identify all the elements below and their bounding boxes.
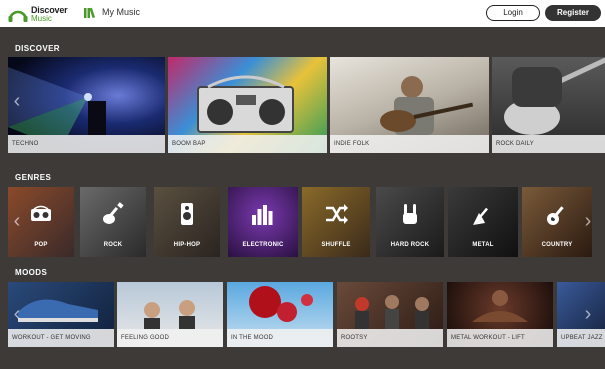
guitarist-image xyxy=(380,76,474,135)
mood-card-label: UPBEAT JAZZ xyxy=(557,329,605,347)
genres-prev-arrow[interactable]: ‹ xyxy=(10,209,24,233)
genre-card-metal[interactable]: METAL xyxy=(448,187,518,257)
mood-card-label: WORKOUT - GET MOVING xyxy=(8,329,114,347)
mood-card-label: FEELING GOOD xyxy=(117,329,223,347)
discover-prev-arrow[interactable]: ‹ xyxy=(10,89,24,113)
discover-card-label: BOOM BAP xyxy=(168,135,327,153)
genre-label: ROCK xyxy=(103,242,123,248)
genre-card-electronic[interactable]: ELECTRONIC xyxy=(228,187,298,257)
genre-label: METAL xyxy=(472,242,494,248)
rose-image xyxy=(249,286,313,322)
mood-card-label: METAL WORKOUT - LIFT xyxy=(447,329,553,347)
genres-heading: GENRES xyxy=(15,173,52,182)
mood-card-in-the-mood[interactable]: IN THE MOOD xyxy=(227,282,333,347)
genre-label: COUNTRY xyxy=(541,242,573,248)
register-button[interactable]: Register xyxy=(545,5,601,21)
mood-card-label: ROOTSY xyxy=(337,329,443,347)
boombox-graffiti-image xyxy=(197,75,294,133)
discover-card-rock-daily[interactable]: ROCK DAILY xyxy=(492,57,605,153)
genres-carousel: POP ROCK HIP-HOP ELECTRONIC SHUFFLE HARD… xyxy=(8,187,605,257)
techno-image xyxy=(8,67,106,135)
genre-label: ELECTRONIC xyxy=(242,242,284,248)
acoustic-guitar-icon xyxy=(547,206,564,225)
genre-card-hip-hop[interactable]: HIP-HOP xyxy=(154,187,220,257)
mood-card-metal-workout[interactable]: METAL WORKOUT - LIFT xyxy=(447,282,553,347)
logo[interactable]: Discover Music xyxy=(8,5,70,23)
equalizer-icon xyxy=(252,205,273,225)
band-image xyxy=(355,295,429,329)
logo-subtitle: Music xyxy=(31,14,52,23)
top-header: Discover Music My Music Login Register xyxy=(0,0,605,27)
moods-carousel: WORKOUT - GET MOVING FEELING GOOD IN THE… xyxy=(8,282,605,347)
nav-my-music-label: My Music xyxy=(102,7,140,17)
headphones-logo-icon xyxy=(8,10,28,22)
mood-card-label: IN THE MOOD xyxy=(227,329,333,347)
shuffle-icon xyxy=(326,204,348,224)
genre-card-hard-rock[interactable]: HARD ROCK xyxy=(376,187,444,257)
genre-card-shuffle[interactable]: SHUFFLE xyxy=(302,187,370,257)
discover-card-boom-bap[interactable]: BOOM BAP xyxy=(168,57,327,153)
guitar-icon xyxy=(103,202,124,224)
genre-label: SHUFFLE xyxy=(321,242,351,248)
party-image xyxy=(144,300,195,329)
speaker-icon xyxy=(181,203,193,225)
discover-heading: DISCOVER xyxy=(15,44,60,53)
bodybuilder-image xyxy=(472,290,528,322)
discover-card-label: INDIE FOLK xyxy=(330,135,489,153)
library-icon xyxy=(84,7,95,18)
flying-v-guitar-icon xyxy=(473,207,489,225)
electric-guitar-image xyxy=(504,57,605,135)
moods-prev-arrow[interactable]: ‹ xyxy=(10,302,24,326)
discover-card-label: ROCK DAILY xyxy=(492,135,605,153)
boombox-icon xyxy=(31,205,51,221)
discover-card-techno[interactable]: TECHNO xyxy=(8,57,165,153)
discover-carousel: TECHNO BOOM BAP INDIE FOLK ROCK DAILY ‹ xyxy=(8,57,605,153)
discover-card-label: TECHNO xyxy=(8,135,165,153)
genre-label: HIP-HOP xyxy=(173,242,201,248)
genre-label: HARD ROCK xyxy=(390,242,430,248)
login-button[interactable]: Login xyxy=(486,5,540,21)
discover-card-indie-folk[interactable]: INDIE FOLK xyxy=(330,57,489,153)
moods-next-arrow[interactable]: › xyxy=(581,302,595,326)
moods-heading: MOODS xyxy=(15,268,48,277)
rock-hand-icon xyxy=(403,204,417,224)
genres-next-arrow[interactable]: › xyxy=(581,209,595,233)
genre-label: POP xyxy=(34,242,48,248)
genre-card-rock[interactable]: ROCK xyxy=(80,187,146,257)
mood-card-feeling-good[interactable]: FEELING GOOD xyxy=(117,282,223,347)
mood-card-rootsy[interactable]: ROOTSY xyxy=(337,282,443,347)
